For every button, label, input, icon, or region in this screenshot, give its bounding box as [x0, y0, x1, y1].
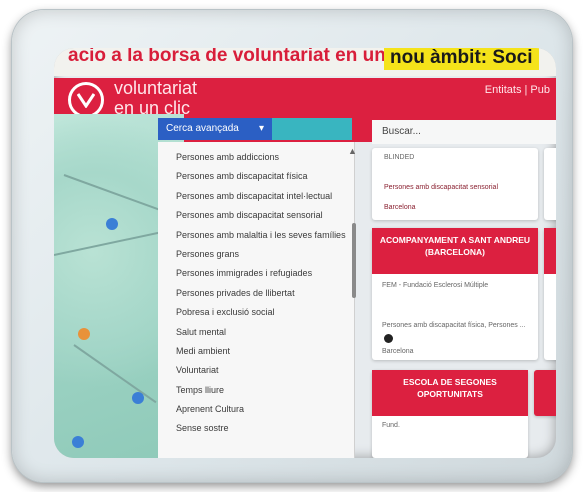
brand-name[interactable]: voluntariat en un clic: [114, 78, 197, 118]
dropdown-option[interactable]: Persones amb malaltia i les seves famíli…: [158, 226, 354, 245]
map-marker-icon[interactable]: [132, 392, 144, 404]
result-card[interactable]: ESCOLA DE SEGONES OPORTUNITATS Fund.: [372, 370, 528, 458]
result-card[interactable]: ACOMPANYAMENT A SANT ANDREU (BARCELONA) …: [372, 228, 538, 360]
card-top-category: Persones amb discapacitat sensorial: [384, 184, 499, 191]
map-marker-icon[interactable]: [72, 436, 84, 448]
map-marker-icon[interactable]: [106, 218, 118, 230]
result-card-edge[interactable]: [544, 148, 556, 220]
card-edge-header: [544, 228, 556, 274]
accessibility-icon: [384, 334, 393, 343]
brand-line-1: voluntariat: [114, 78, 198, 98]
dropdown-option[interactable]: Persones amb discapacitat sensorial: [158, 206, 354, 225]
result-card-edge[interactable]: [534, 370, 556, 416]
map-road: [73, 344, 157, 404]
dropdown-option[interactable]: Salut mental: [158, 323, 354, 342]
card-middle-city: Barcelona: [382, 348, 414, 355]
result-card[interactable]: BLINDED Persones amb discapacitat sensor…: [372, 148, 538, 220]
dropdown-option[interactable]: Persones grans: [158, 245, 354, 264]
card-top-city: Barcelona: [384, 204, 416, 211]
dropdown-option[interactable]: Sense sostre: [158, 419, 354, 438]
card-top-line1: BLINDED: [384, 154, 415, 161]
dropdown-option[interactable]: Voluntariat: [158, 361, 354, 380]
dropdown-option[interactable]: Persones privades de llibertat: [158, 284, 354, 303]
search-input[interactable]: Buscar...: [372, 120, 556, 144]
card-bottom-org: Fund.: [382, 422, 400, 429]
advanced-search-label: Cerca avançada: [166, 123, 239, 134]
advanced-search-button[interactable]: Cerca avançada ▾: [158, 118, 272, 140]
dropdown-list: Persones amb addiccions Persones amb disc…: [158, 148, 354, 439]
chevron-down-icon: ▾: [258, 123, 264, 134]
dropdown-option[interactable]: Medi ambient: [158, 342, 354, 361]
announcement-banner: acio a la borsa de voluntariat en un cli…: [54, 48, 556, 76]
map-marker-icon[interactable]: [78, 328, 90, 340]
scroll-up-icon[interactable]: ▲: [348, 146, 357, 156]
category-dropdown[interactable]: Persones amb addiccions Persones amb disc…: [158, 142, 355, 458]
header-nav-links[interactable]: Entitats | Pub: [485, 84, 550, 96]
card-bottom-title[interactable]: ESCOLA DE SEGONES OPORTUNITATS: [372, 370, 528, 416]
dropdown-option[interactable]: Persones amb discapacitat física: [158, 167, 354, 186]
photo-frame: acio a la borsa de voluntariat en un cli…: [12, 10, 572, 482]
result-card-edge[interactable]: [544, 228, 556, 360]
card-middle-title[interactable]: ACOMPANYAMENT A SANT ANDREU (BARCELONA): [372, 228, 538, 274]
dropdown-option[interactable]: Persones amb discapacitat intel·lectual: [158, 187, 354, 206]
banner-highlight: nou àmbit: Soci: [384, 48, 539, 70]
banner-text: acio a la borsa de voluntariat en un cli…: [68, 48, 423, 66]
dropdown-scrollbar[interactable]: [352, 223, 356, 298]
card-middle-tags: Persones amb discapacitat física, Person…: [382, 322, 526, 329]
card-middle-org: FEM - Fundació Esclerosi Múltiple: [382, 282, 489, 289]
dropdown-option[interactable]: Pobresa i exclusió social: [158, 303, 354, 322]
logo-icon[interactable]: [68, 82, 104, 118]
dropdown-option[interactable]: Persones immigrades i refugiades: [158, 264, 354, 283]
dropdown-option[interactable]: Persones amb addiccions: [158, 148, 354, 167]
dropdown-option[interactable]: Temps lliure: [158, 381, 354, 400]
filter-strip[interactable]: [272, 118, 352, 140]
map-road: [63, 174, 168, 214]
monitor-screen: acio a la borsa de voluntariat en un cli…: [54, 48, 556, 458]
dropdown-option[interactable]: Aprenent Cultura: [158, 400, 354, 419]
